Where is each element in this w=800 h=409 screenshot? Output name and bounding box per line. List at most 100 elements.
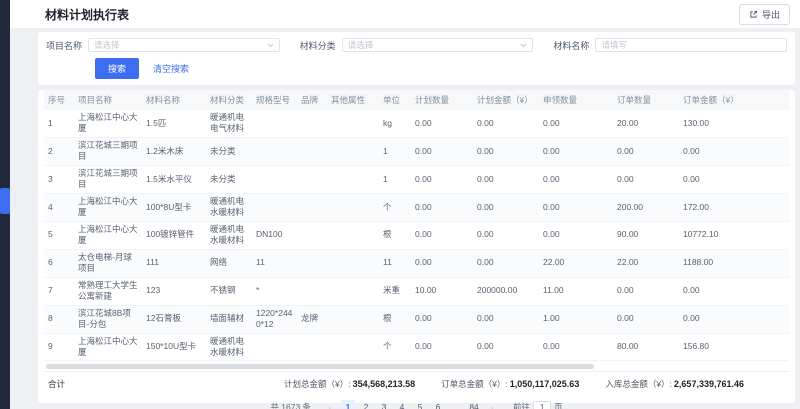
table-cell: 80.00 <box>613 333 679 361</box>
table-row: 9上海松江中心大厦150*10U型卡暖通机电 水暖材料个0.000.000.00… <box>44 333 789 361</box>
topbar: 材料计划执行表 导出 <box>10 0 800 28</box>
export-button-label: 导出 <box>762 8 780 21</box>
pagination-page-button[interactable]: 6 <box>431 400 445 409</box>
table-row: 7常熟理工大学生公寓新建123不锈钢*米重10.00200000.0011.00… <box>44 277 789 305</box>
table-cell: 0.00 <box>539 165 613 193</box>
pagination-page-button[interactable]: 84 <box>467 400 481 409</box>
column-header: 单位 <box>379 90 411 110</box>
sidebar-scroll-indicator[interactable] <box>0 188 10 214</box>
pagination-next-button[interactable]: › <box>485 400 499 409</box>
goto-page-input[interactable] <box>533 401 551 409</box>
goto-prefix-label: 前往 <box>513 401 530 409</box>
filter-panel: 项目名称 请选择 材料分类 请选择 <box>38 32 795 85</box>
table-cell: 172.00 <box>679 193 789 221</box>
pagination-page-button[interactable]: 1 <box>341 400 355 409</box>
table-cell: 0.00 <box>613 165 679 193</box>
table-cell: 2 <box>44 137 74 165</box>
project-name-label: 项目名称 <box>46 39 82 52</box>
table-cell: 11 <box>252 249 297 277</box>
table-panel: 序号项目名称材料名称材料分类规格型号品牌其他属性单位计划数量计划金额（¥）申领数… <box>38 90 795 403</box>
table-cell <box>297 221 327 249</box>
pagination-prev-button[interactable]: ‹ <box>323 400 337 409</box>
table-cell: 0.00 <box>473 137 539 165</box>
pagination-page-button[interactable]: 3 <box>377 400 391 409</box>
column-header: 其他属性 <box>327 90 379 110</box>
table-cell: 0.00 <box>411 193 473 221</box>
table-cell: 0.00 <box>539 221 613 249</box>
table-cell: 1.5米水平仪 <box>142 165 206 193</box>
table-cell: 0.00 <box>613 277 679 305</box>
summary-total-label: 合计 <box>48 378 65 390</box>
table-cell: 暖通机电 电气材料 <box>206 110 252 137</box>
pagination-ellipsis: ... <box>449 400 463 409</box>
filter-row: 项目名称 请选择 材料分类 请选择 <box>46 38 787 52</box>
table-cell: 滨江花城8B项目-分包 <box>74 305 142 333</box>
table-cell: kg <box>379 110 411 137</box>
table-cell: 1 <box>379 165 411 193</box>
table-cell <box>327 221 379 249</box>
material-name-label: 材料名称 <box>553 39 589 52</box>
table-cell: 20.00 <box>613 110 679 137</box>
filter-group-category: 材料分类 请选择 <box>300 38 534 52</box>
inbound-total-amount: 入库总金额（¥）: 2,657,339,761.46 <box>605 378 744 390</box>
table-cell: 1.00 <box>539 305 613 333</box>
column-header: 申领数量 <box>539 90 613 110</box>
pagination-total: 共 1673 条 <box>270 401 311 409</box>
clear-search-button[interactable]: 清空搜索 <box>153 62 189 75</box>
table-row: 2滨江花城三期项目1.2米木床未分类10.000.000.000.000.00 <box>44 137 789 165</box>
table-cell <box>297 333 327 361</box>
project-name-select[interactable]: 请选择 <box>88 38 280 52</box>
column-header: 计划金额（¥） <box>473 90 539 110</box>
table-cell: 5 <box>44 221 74 249</box>
table-cell: 4 <box>44 193 74 221</box>
table-cell: 11.00 <box>539 277 613 305</box>
table-cell: 0.00 <box>411 249 473 277</box>
table-cell: 0.00 <box>539 193 613 221</box>
pagination-pages: 123456... 84 <box>341 400 481 409</box>
table-cell: 1188.00 <box>679 249 789 277</box>
column-header: 项目名称 <box>74 90 142 110</box>
table-cell: 0.00 <box>613 137 679 165</box>
table-cell <box>327 333 379 361</box>
table-cell: 0.00 <box>473 110 539 137</box>
table-cell: 滨江花城三期项目 <box>74 137 142 165</box>
app-root: 材料计划执行表 导出 项目名称 请选择 <box>0 0 800 409</box>
search-button[interactable]: 搜索 <box>95 58 139 79</box>
table-cell: 龙牌 <box>297 305 327 333</box>
table-cell: 0.00 <box>473 193 539 221</box>
material-name-input[interactable]: 请填写 <box>595 38 787 52</box>
horizontal-scrollbar-track <box>46 363 787 371</box>
material-category-label: 材料分类 <box>300 39 336 52</box>
pagination-page-button[interactable]: 4 <box>395 400 409 409</box>
table-cell: 0.00 <box>473 305 539 333</box>
filter-group-material: 材料名称 请填写 <box>553 38 787 52</box>
pagination-page-button[interactable]: 2 <box>359 400 373 409</box>
export-button[interactable]: 导出 <box>739 4 790 25</box>
filter-actions: 搜索 清空搜索 <box>46 58 787 79</box>
table-cell <box>252 165 297 193</box>
material-category-select[interactable]: 请选择 <box>342 38 534 52</box>
horizontal-scrollbar-thumb[interactable] <box>46 364 594 369</box>
column-header: 计划数量 <box>411 90 473 110</box>
summary-row: 合计 计划总金额（¥）: 354,568,213.58 订单总金额（¥）: 1,… <box>44 371 789 395</box>
table-row: 1上海松江中心大厦1.5匹暖通机电 电气材料kg0.000.000.0020.0… <box>44 110 789 137</box>
column-header: 材料分类 <box>206 90 252 110</box>
main-area: 材料计划执行表 导出 项目名称 请选择 <box>10 0 800 409</box>
table-cell: 个 <box>379 333 411 361</box>
table-cell: 个 <box>379 193 411 221</box>
table-cell: 156.80 <box>679 333 789 361</box>
table-cell: 0.00 <box>411 305 473 333</box>
pagination-page-button[interactable]: 5 <box>413 400 427 409</box>
filter-group-project: 项目名称 请选择 <box>46 38 280 52</box>
table-cell: 根 <box>379 221 411 249</box>
column-header: 订单金额（¥） <box>679 90 789 110</box>
table-cell: 墙面辅材 <box>206 305 252 333</box>
table-cell: 0.00 <box>473 249 539 277</box>
table-cell: 22.00 <box>539 249 613 277</box>
table-cell: 0.00 <box>613 305 679 333</box>
table-cell: 暖通机电 水暖材料 <box>206 333 252 361</box>
column-header: 材料名称 <box>142 90 206 110</box>
goto-suffix-label: 页 <box>554 401 563 409</box>
table-row: 3滨江花城三期项目1.5米水平仪未分类10.000.000.000.000.00 <box>44 165 789 193</box>
table-cell <box>327 277 379 305</box>
